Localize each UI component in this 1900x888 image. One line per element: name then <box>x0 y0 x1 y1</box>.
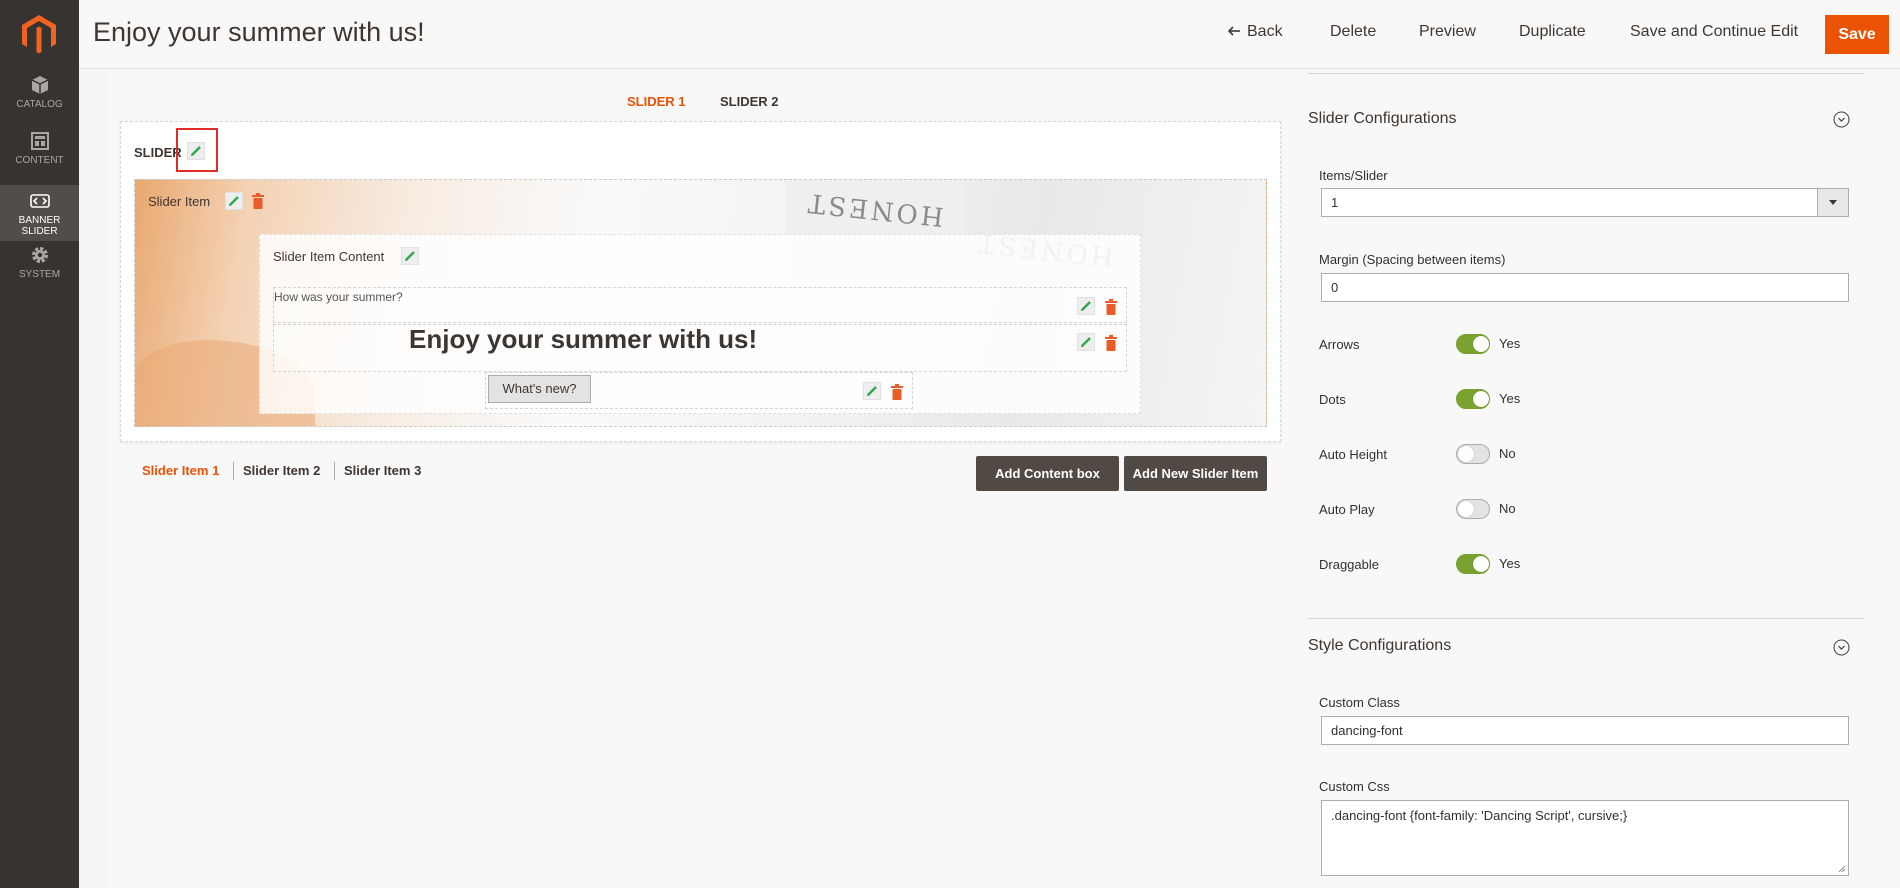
pencil-icon <box>1081 301 1091 311</box>
slider-item-label: Slider Item <box>148 194 211 209</box>
style-configurations-title[interactable]: Style Configurations <box>1308 637 1451 655</box>
whats-new-button[interactable]: What's new? <box>488 375 591 403</box>
select-arrow-icon <box>1817 189 1848 216</box>
slider-configurations-title[interactable]: Slider Configurations <box>1308 110 1457 128</box>
toggle-knob <box>1473 391 1489 407</box>
add-new-slider-item-button[interactable]: Add New Slider Item <box>1124 456 1267 491</box>
delete-button[interactable]: Delete <box>1330 23 1376 41</box>
add-content-box-button[interactable]: Add Content box <box>976 456 1119 491</box>
save-button[interactable]: Save <box>1825 15 1889 54</box>
custom-css-value: .dancing-font {font-family: 'Dancing Scr… <box>1331 808 1628 823</box>
margin-input[interactable]: 0 <box>1321 273 1849 302</box>
page-header: Enjoy your summer with us! Back Delete P… <box>79 0 1900 69</box>
sidebar-item-system[interactable]: SYSTEM <box>0 244 79 300</box>
custom-css-label: Custom Css <box>1319 779 1390 794</box>
edit-button-element[interactable] <box>863 382 881 400</box>
arrows-toggle[interactable] <box>1456 334 1490 354</box>
edit-slider-button[interactable] <box>187 142 205 160</box>
auto-height-value: No <box>1499 446 1516 461</box>
items-per-slider-label: Items/Slider <box>1319 168 1388 183</box>
arrow-left-icon <box>1227 26 1240 36</box>
tab-slider-item-2[interactable]: Slider Item 2 <box>243 463 320 478</box>
page-title: Enjoy your summer with us! <box>93 17 425 47</box>
tab-slider-2[interactable]: SLIDER 2 <box>720 94 779 109</box>
arrows-value: Yes <box>1499 336 1521 351</box>
custom-css-textarea[interactable]: .dancing-font {font-family: 'Dancing Scr… <box>1321 800 1849 876</box>
edit-subheading-button[interactable] <box>1077 297 1095 315</box>
trash-icon[interactable] <box>1104 298 1118 316</box>
trash-icon[interactable] <box>251 192 265 210</box>
draggable-value: Yes <box>1499 556 1521 571</box>
dots-toggle[interactable] <box>1456 389 1490 409</box>
save-and-continue-button[interactable]: Save and Continue Edit <box>1630 23 1798 41</box>
auto-height-label: Auto Height <box>1319 447 1387 462</box>
tab-divider <box>334 462 335 480</box>
edit-content-box-button[interactable] <box>401 247 419 265</box>
duplicate-button[interactable]: Duplicate <box>1519 23 1586 41</box>
tab-slider-1[interactable]: SLIDER 1 <box>627 94 686 109</box>
section-divider <box>1308 73 1864 74</box>
margin-label: Margin (Spacing between items) <box>1319 252 1506 267</box>
heading-text: Enjoy your summer with us! <box>409 324 758 354</box>
cube-icon <box>31 76 48 94</box>
draggable-label: Draggable <box>1319 557 1379 572</box>
trash-icon[interactable] <box>1104 334 1118 352</box>
magento-logo[interactable] <box>21 14 57 54</box>
resize-handle-icon[interactable] <box>1838 865 1846 873</box>
auto-play-value: No <box>1499 501 1516 516</box>
layout-icon <box>30 132 49 150</box>
chevron-down-icon[interactable] <box>1833 111 1850 128</box>
section-divider <box>1308 618 1864 619</box>
toggle-knob <box>1458 446 1474 462</box>
tab-slider-item-3[interactable]: Slider Item 3 <box>344 463 421 478</box>
sidebar-item-label: CATALOG <box>16 99 63 110</box>
custom-class-input[interactable]: dancing-font <box>1321 716 1849 745</box>
sidebar-item-label: BANNER SLIDER <box>18 215 61 237</box>
chevron-down-icon[interactable] <box>1833 639 1850 656</box>
pencil-icon <box>229 196 239 206</box>
pencil-icon <box>867 386 877 396</box>
admin-sidebar: CATALOG CONTENT BANNER SLIDER SYSTEM <box>0 0 79 888</box>
dots-label: Dots <box>1319 392 1346 407</box>
tab-divider <box>233 462 234 480</box>
draggable-toggle[interactable] <box>1456 554 1490 574</box>
trash-icon[interactable] <box>890 383 904 401</box>
sidebar-item-banner-slider[interactable]: BANNER SLIDER <box>0 185 79 241</box>
slider-label: SLIDER <box>134 145 182 160</box>
items-per-slider-value: 1 <box>1331 195 1339 210</box>
toggle-knob <box>1458 501 1474 517</box>
dots-value: Yes <box>1499 391 1521 406</box>
sidebar-item-label: CONTENT <box>15 155 64 166</box>
back-button[interactable]: Back <box>1227 23 1283 41</box>
pencil-icon <box>405 251 415 261</box>
back-label: Back <box>1247 23 1283 40</box>
pencil-icon <box>191 146 201 156</box>
toggle-knob <box>1473 556 1489 572</box>
sidebar-item-content[interactable]: CONTENT <box>0 130 79 186</box>
sidebar-item-catalog[interactable]: CATALOG <box>0 74 79 130</box>
preview-button[interactable]: Preview <box>1419 23 1476 41</box>
pencil-icon <box>1081 337 1091 347</box>
auto-play-toggle[interactable] <box>1456 499 1490 519</box>
toggle-knob <box>1473 336 1489 352</box>
slider-icon <box>29 194 50 208</box>
edit-heading-button[interactable] <box>1077 333 1095 351</box>
gear-icon <box>31 247 48 263</box>
custom-class-label: Custom Class <box>1319 695 1400 710</box>
tab-slider-item-1[interactable]: Slider Item 1 <box>142 463 219 478</box>
auto-play-label: Auto Play <box>1319 502 1375 517</box>
sidebar-item-label: SYSTEM <box>18 269 61 280</box>
auto-height-toggle[interactable] <box>1456 444 1490 464</box>
subheading-text: How was your summer? <box>274 290 403 304</box>
edit-slider-item-button[interactable] <box>225 192 243 210</box>
items-per-slider-select[interactable]: 1 <box>1321 188 1849 217</box>
content-box-label: Slider Item Content <box>273 249 385 264</box>
arrows-label: Arrows <box>1319 337 1360 352</box>
